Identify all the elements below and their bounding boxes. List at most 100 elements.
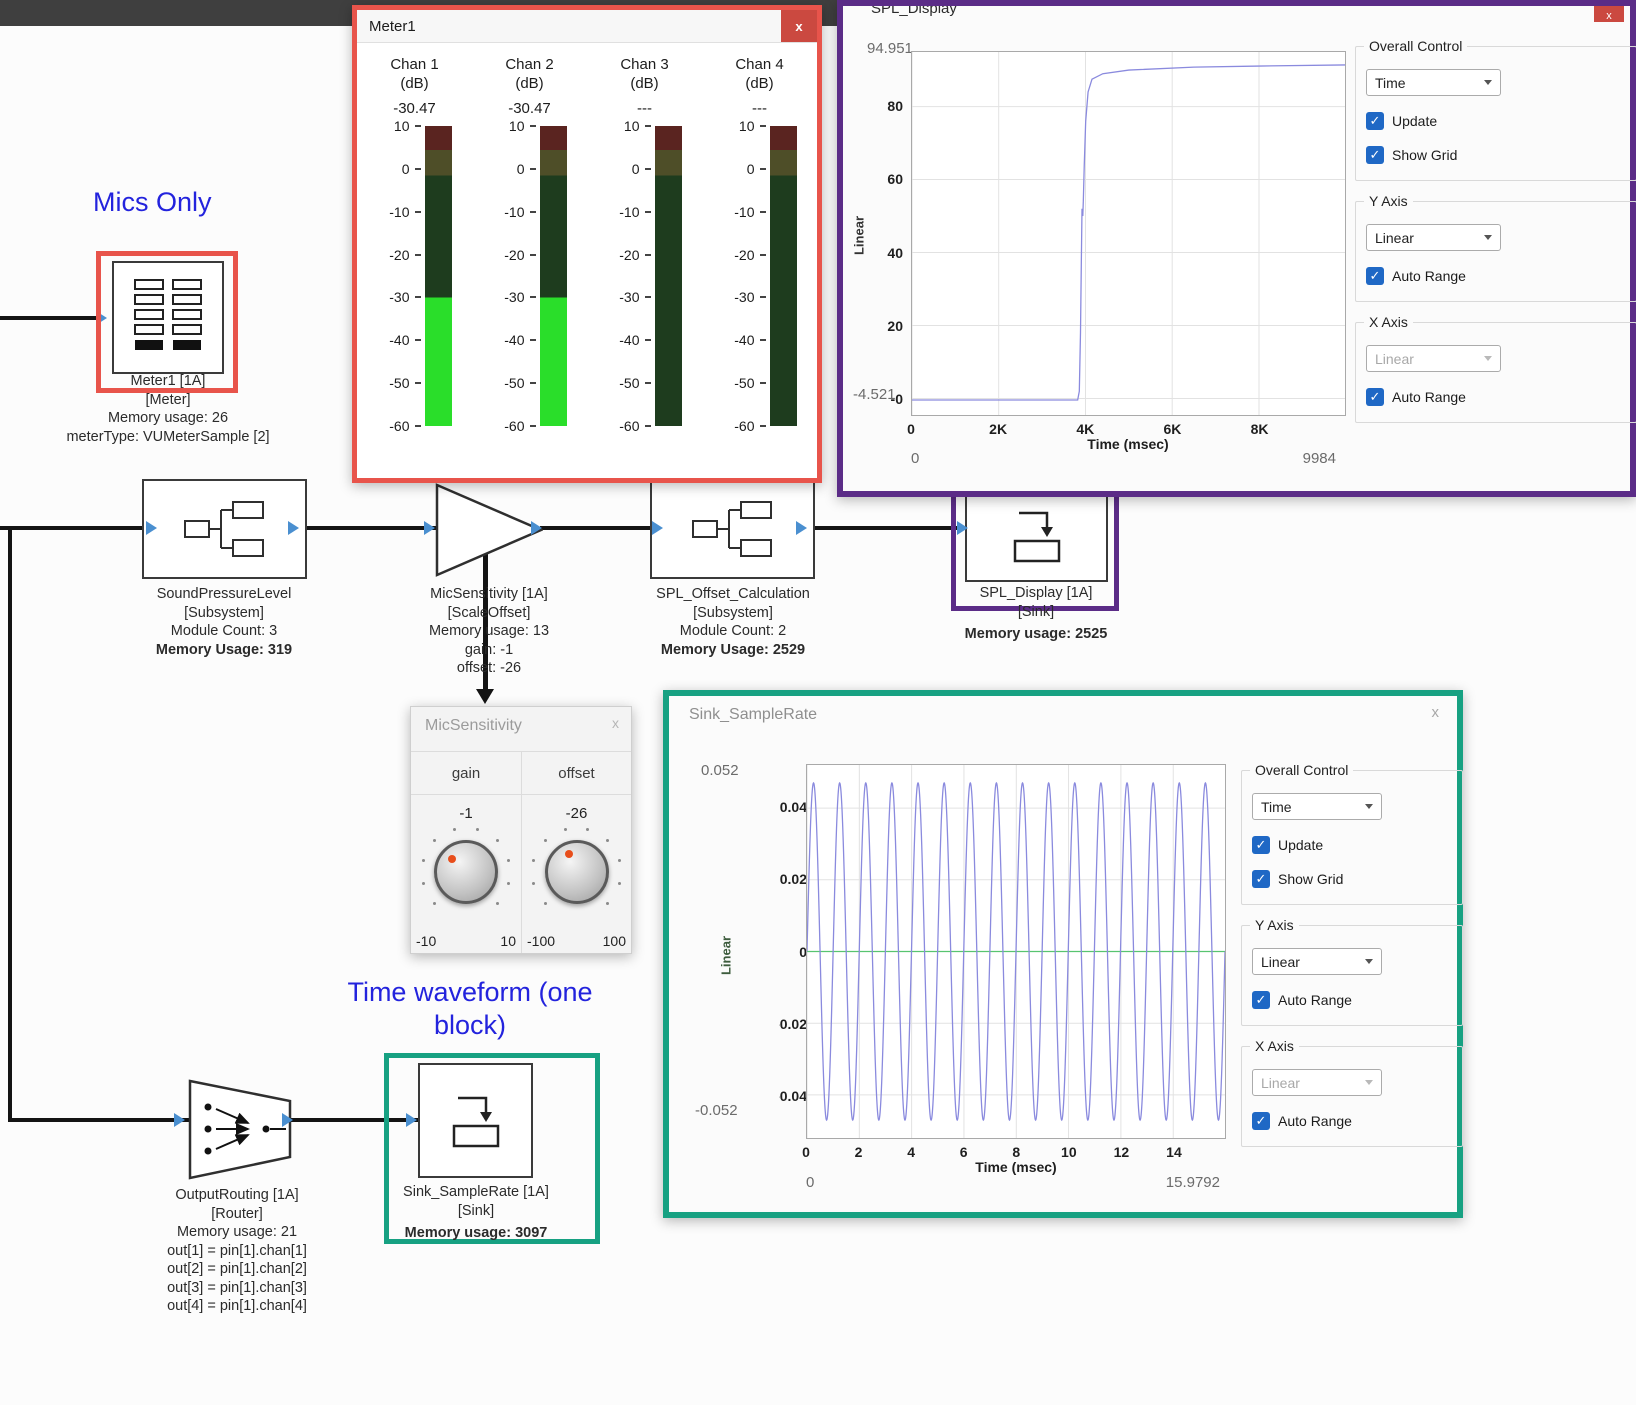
block-spl-offset-calculation[interactable] xyxy=(650,479,815,579)
knob-tick-dot xyxy=(532,859,535,862)
scale-tick-mark xyxy=(645,425,651,427)
y-scale-dropdown[interactable]: Linear xyxy=(1252,948,1382,975)
block-caption-mic-sensitivity: MicSensitivity [1A][ScaleOffset]Memory u… xyxy=(379,585,599,678)
block-mic-sensitivity-triangle[interactable] xyxy=(435,483,543,577)
control-group-label: X Axis xyxy=(1250,1038,1299,1054)
checkbox-label: Auto Range xyxy=(1392,268,1466,284)
x-range-end: 15.9792 xyxy=(1116,1174,1226,1191)
meter-channel: Chan 1 (dB)-30.47100-10-20-30-40-50-60 xyxy=(359,55,471,478)
chevron-down-icon xyxy=(1484,80,1492,85)
checkbox-checked-icon: ✓ xyxy=(1252,870,1270,888)
knob-tick-dot xyxy=(544,902,547,905)
dropdown-value: Linear xyxy=(1261,954,1300,970)
knob-tick-dot xyxy=(422,859,425,862)
output-pin-icon xyxy=(796,521,807,535)
scale-tick-mark xyxy=(530,339,536,341)
dropdown-value: Linear xyxy=(1375,351,1414,367)
wire xyxy=(288,1118,420,1122)
y-auto-range-checkbox[interactable]: ✓Auto Range xyxy=(1366,267,1626,285)
scale-tick-label: -60 xyxy=(717,418,755,434)
knob-face[interactable] xyxy=(434,840,498,904)
vu-meter-display: Chan 1 (dB)-30.47100-10-20-30-40-50-60Ch… xyxy=(357,43,817,478)
control-group: Y AxisLinear✓Auto Range xyxy=(1241,925,1463,1026)
scale-tick-label: -50 xyxy=(602,375,640,391)
x-auto-range-checkbox[interactable]: ✓Auto Range xyxy=(1252,1112,1452,1130)
scale-tick-label: -20 xyxy=(487,247,525,263)
time-domain-dropdown[interactable]: Time xyxy=(1252,793,1382,820)
wire xyxy=(8,1118,190,1122)
show-grid-checkbox[interactable]: ✓Show Grid xyxy=(1252,870,1452,888)
checkbox-label: Auto Range xyxy=(1278,1113,1352,1129)
block-sound-pressure-level[interactable] xyxy=(142,479,307,579)
x-axis-label: Time (msec) xyxy=(1058,436,1198,452)
scale-tick-mark xyxy=(415,382,421,384)
input-pin-icon xyxy=(424,521,435,535)
mics-only-label: Mics Only xyxy=(93,186,212,219)
knob-indicator-dot xyxy=(448,855,456,863)
show-grid-checkbox[interactable]: ✓Show Grid xyxy=(1366,146,1626,164)
vu-meter: 100-10-20-30-40-50-60 xyxy=(717,126,803,426)
sink-icon xyxy=(1001,505,1073,567)
input-pin-icon xyxy=(146,521,157,535)
sink-samplerate-window: Sink_SampleRate x 0.052 -0.052 Linear Ti… xyxy=(663,690,1463,1218)
input-pin-icon xyxy=(652,521,663,535)
dropdown-value: Linear xyxy=(1261,1075,1300,1091)
x-auto-range-checkbox[interactable]: ✓Auto Range xyxy=(1366,388,1626,406)
checkbox-checked-icon: ✓ xyxy=(1252,836,1270,854)
x-tick-label: 4K xyxy=(1063,421,1107,437)
x-scale-dropdown[interactable]: Linear xyxy=(1252,1069,1382,1096)
channel-header: Chan 1 (dB) xyxy=(390,55,438,93)
time-domain-dropdown[interactable]: Time xyxy=(1366,69,1501,96)
close-button[interactable]: x xyxy=(1432,704,1440,721)
knob-tick-dot xyxy=(586,828,589,831)
x-scale-dropdown[interactable]: Linear xyxy=(1366,345,1501,372)
scale-tick-label: -60 xyxy=(487,418,525,434)
y-tick-text: 60 xyxy=(887,171,903,187)
caption-line: Module Count: 3 xyxy=(104,622,344,641)
x-range-start: 0 xyxy=(911,450,919,467)
update-checkbox[interactable]: ✓Update xyxy=(1252,836,1452,854)
control-group-label: Y Axis xyxy=(1364,193,1413,209)
block-sink-samplerate[interactable] xyxy=(418,1063,533,1178)
scale-tick-label: -60 xyxy=(602,418,640,434)
update-checkbox[interactable]: ✓Update xyxy=(1366,112,1626,130)
knob-tick-dot xyxy=(564,828,567,831)
knob-control[interactable] xyxy=(529,824,625,920)
window-titlebar[interactable]: Meter1 x xyxy=(357,10,817,43)
close-button[interactable]: x xyxy=(612,715,619,731)
meter-bar xyxy=(655,126,682,426)
block-output-routing[interactable] xyxy=(188,1079,292,1180)
param-label: gain xyxy=(411,752,521,795)
scale-tick-label: -60 xyxy=(372,418,410,434)
knob-tick-dot xyxy=(544,839,547,842)
block-spl-display[interactable] xyxy=(965,489,1108,582)
knob-range: -100100 xyxy=(522,933,631,949)
scale-tick-mark xyxy=(530,211,536,213)
close-button[interactable]: x xyxy=(1594,6,1624,22)
caption-line: gain: -1 xyxy=(379,641,599,660)
control-group: X AxisLinear✓Auto Range xyxy=(1355,322,1636,423)
channel-header: Chan 2 (dB) xyxy=(505,55,553,93)
y-auto-range-checkbox[interactable]: ✓Auto Range xyxy=(1252,991,1452,1009)
caption-line: [ScaleOffset] xyxy=(379,604,599,623)
scale-tick-label: -40 xyxy=(602,332,640,348)
scale-tick-mark xyxy=(530,296,536,298)
caption-line: meterType: VUMeterSample [2] xyxy=(23,428,313,447)
close-button[interactable]: x xyxy=(781,10,817,42)
scale-tick-mark xyxy=(530,254,536,256)
y-tick-label: 0 xyxy=(779,944,809,961)
x-range-end: 9984 xyxy=(1236,450,1336,467)
checkbox-checked-icon: ✓ xyxy=(1366,388,1384,406)
window-title: Meter1 xyxy=(369,18,416,35)
knob-control[interactable] xyxy=(418,824,514,920)
knob-face[interactable] xyxy=(545,840,609,904)
knob-tick-dot xyxy=(606,839,609,842)
y-scale-dropdown[interactable]: Linear xyxy=(1366,224,1501,251)
block-meter1[interactable] xyxy=(112,261,224,374)
checkbox-checked-icon: ✓ xyxy=(1366,112,1384,130)
sink-plot xyxy=(806,764,1226,1139)
channel-value: --- xyxy=(637,100,652,117)
knob-tick-dot xyxy=(618,882,621,885)
scale-tick-label: 10 xyxy=(717,118,755,134)
scale-tick-label: 0 xyxy=(717,161,755,177)
